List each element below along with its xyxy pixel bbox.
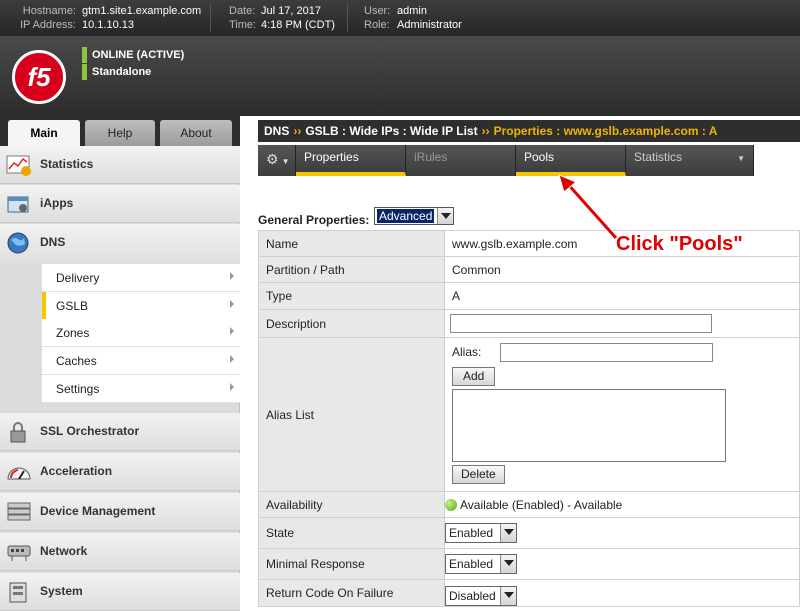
- table-row: Type A: [258, 282, 800, 310]
- table-row: Availability Available (Enabled) - Availa…: [258, 491, 800, 518]
- date-value: Jul 17, 2017: [261, 5, 321, 17]
- alias-label: Alias:: [452, 345, 482, 359]
- device-status: ONLINE (ACTIVE): [82, 47, 184, 63]
- alias-listbox[interactable]: [452, 389, 726, 462]
- chevron-right-icon: [230, 355, 234, 363]
- chevron-down-icon: [500, 555, 516, 573]
- delete-alias-button[interactable]: Delete: [452, 465, 505, 484]
- sidebar-subitem-settings[interactable]: Settings: [42, 375, 240, 403]
- sidebar-subitem-zones[interactable]: Zones: [42, 319, 240, 347]
- device-mode: Standalone: [82, 64, 151, 80]
- table-row: Minimal Response Enabled: [258, 548, 800, 580]
- table-row: State Enabled: [258, 517, 800, 549]
- network-icon: [6, 541, 32, 563]
- statistics-icon: [6, 154, 32, 176]
- role-value: Administrator: [397, 19, 462, 31]
- system-info-bar: Hostname: gtm1.site1.example.com IP Addre…: [0, 0, 800, 36]
- breadcrumb-current: Properties : www.gslb.example.com : A: [493, 124, 718, 138]
- f5-logo[interactable]: f5: [12, 50, 66, 104]
- globe-icon: [6, 232, 32, 254]
- sidebar-subitem-delivery[interactable]: Delivery: [42, 264, 240, 292]
- breadcrumb: DNS ›› GSLB : Wide IPs : Wide IP List ›› Pro…: [258, 120, 800, 142]
- user-info: User: admin Role: Administrator: [364, 5, 462, 31]
- user-value: admin: [397, 5, 427, 17]
- availability-value: Available (Enabled) - Available: [460, 497, 623, 512]
- return-code-select[interactable]: Disabled: [445, 586, 517, 606]
- description-input[interactable]: [450, 314, 712, 333]
- general-properties-label: General Properties:: [258, 213, 370, 227]
- description-label: Description: [258, 309, 445, 338]
- ip-value: 10.1.10.13: [82, 19, 134, 31]
- breadcrumb-wide-ip-list[interactable]: GSLB : Wide IPs : Wide IP List: [305, 124, 477, 138]
- sidebar-subitem-gslb[interactable]: GSLB: [42, 292, 240, 320]
- sidebar-subitem-caches[interactable]: Caches: [42, 347, 240, 375]
- table-row: Alias List Alias: Add Delete: [258, 337, 800, 492]
- state-label: State: [258, 517, 445, 549]
- server-icon: [6, 501, 32, 523]
- sidebar-item-statistics[interactable]: Statistics: [0, 146, 240, 184]
- chevron-down-icon: [500, 524, 516, 542]
- sidebar: Statistics iApps DNS Delivery GSLB Zones…: [0, 146, 240, 611]
- alias-input[interactable]: [500, 343, 713, 362]
- type-label: Type: [258, 282, 445, 310]
- tab-irules[interactable]: iRules: [406, 145, 516, 176]
- availability-label: Availability: [258, 491, 445, 518]
- iapps-icon: [6, 193, 32, 215]
- sidebar-item-dns[interactable]: DNS: [0, 224, 240, 264]
- alias-list-label: Alias List: [258, 337, 445, 492]
- breadcrumb-dns[interactable]: DNS: [264, 124, 289, 138]
- return-code-label: Return Code On Failure: [258, 579, 445, 607]
- gear-icon: ⚙: [266, 151, 279, 167]
- tab-help[interactable]: Help: [85, 120, 155, 146]
- properties-table: Name www.gslb.example.com Partition / Pat…: [258, 230, 800, 607]
- page-tabs: ⚙ ▼ Properties iRules Pools Statistics ▼: [258, 145, 754, 176]
- tab-about[interactable]: About: [160, 120, 232, 146]
- tab-statistics[interactable]: Statistics ▼: [626, 145, 754, 176]
- minimal-response-select[interactable]: Enabled: [445, 554, 517, 574]
- sidebar-item-ssl-orchestrator[interactable]: SSL Orchestrator: [0, 413, 240, 451]
- name-label: Name: [258, 230, 445, 257]
- type-value: A: [444, 282, 800, 310]
- gear-menu-button[interactable]: ⚙ ▼: [258, 145, 296, 176]
- properties-view-select[interactable]: Advanced: [374, 207, 454, 225]
- gauge-icon: [6, 461, 32, 483]
- chevron-right-icon: [230, 327, 234, 335]
- sidebar-item-system[interactable]: System: [0, 573, 240, 611]
- chevron-right-icon: [230, 300, 234, 308]
- table-row: Return Code On Failure Disabled: [258, 579, 800, 607]
- tab-main[interactable]: Main: [8, 120, 80, 146]
- chevron-down-icon: ▼: [737, 154, 745, 163]
- chevron-down-icon: [500, 587, 516, 605]
- partition-value: Common: [444, 256, 800, 283]
- annotation-text: Click "Pools": [616, 233, 743, 255]
- datetime-info: Date: Jul 17, 2017 Time: 4:18 PM (CDT): [229, 5, 335, 31]
- sidebar-item-iapps[interactable]: iApps: [0, 185, 240, 223]
- table-row: Partition / Path Common: [258, 256, 800, 283]
- tab-properties[interactable]: Properties: [296, 145, 406, 176]
- table-row: Description: [258, 309, 800, 338]
- sidebar-item-acceleration[interactable]: Acceleration: [0, 453, 240, 491]
- banner: f5 ONLINE (ACTIVE) Standalone: [0, 36, 800, 116]
- hostname-value: gtm1.site1.example.com: [82, 5, 202, 17]
- chevron-down-icon: [437, 208, 453, 224]
- time-value: 4:18 PM (CDT): [261, 19, 335, 31]
- lock-icon: [6, 421, 32, 443]
- sidebar-item-device-management[interactable]: Device Management: [0, 493, 240, 531]
- state-select[interactable]: Enabled: [445, 523, 517, 543]
- partition-label: Partition / Path: [258, 256, 445, 283]
- main-nav-tabs: Main Help About: [0, 116, 240, 146]
- add-alias-button[interactable]: Add: [452, 367, 496, 386]
- chevron-down-icon: ▼: [281, 157, 290, 166]
- host-info: Hostname: gtm1.site1.example.com IP Addre…: [19, 5, 202, 31]
- available-status-icon: [445, 499, 457, 512]
- chevron-right-icon: [230, 383, 234, 391]
- chevron-right-icon: [230, 272, 234, 280]
- minimal-response-label: Minimal Response: [258, 548, 445, 580]
- sidebar-item-network[interactable]: Network: [0, 533, 240, 571]
